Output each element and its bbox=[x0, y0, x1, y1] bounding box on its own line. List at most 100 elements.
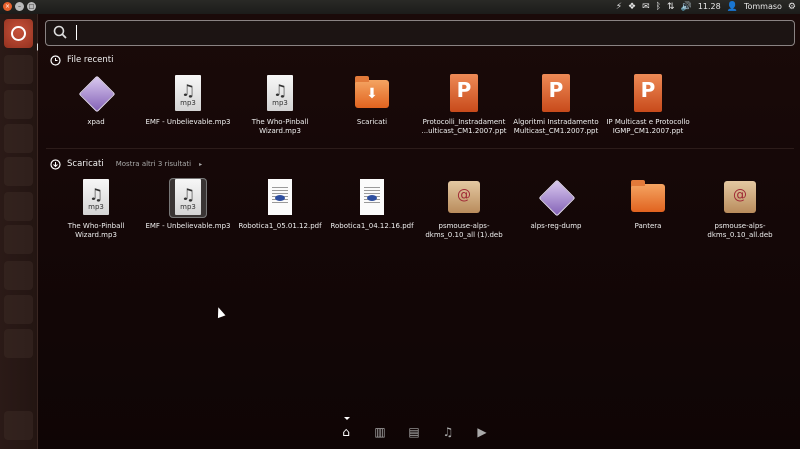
result-item[interactable]: ⬇ Scaricati bbox=[326, 74, 418, 127]
folder-icon bbox=[631, 180, 665, 212]
video-icon[interactable]: ▶ bbox=[474, 424, 490, 440]
pdf-file-icon bbox=[360, 179, 384, 215]
lens-bar: ⌂ ▥ ▤ ♫ ▶ bbox=[338, 417, 490, 440]
files-icon[interactable]: ▤ bbox=[406, 424, 422, 440]
maximize-icon[interactable]: □ bbox=[27, 2, 36, 11]
downloads-section-title: Scaricati bbox=[67, 159, 104, 169]
result-item[interactable]: P Protocolli_Instradament ...ulticast_CM1… bbox=[418, 74, 510, 136]
result-item[interactable]: Robotica1_05.01.12.pdf bbox=[234, 178, 326, 231]
clock[interactable]: 11.28 bbox=[698, 1, 721, 13]
result-label: alps-reg-dump bbox=[530, 222, 582, 230]
drive-launcher-icon[interactable] bbox=[4, 329, 33, 358]
dash-home-button[interactable] bbox=[4, 19, 33, 48]
result-icon bbox=[261, 178, 299, 218]
close-icon[interactable]: × bbox=[3, 2, 12, 11]
network-icon[interactable]: ⇅ bbox=[667, 1, 675, 13]
result-icon bbox=[537, 178, 576, 218]
mail-icon[interactable]: ✉ bbox=[642, 1, 650, 13]
result-item[interactable]: @ psmouse-alps-dkms_0.10_all (1).deb bbox=[418, 178, 510, 240]
result-label: xpad bbox=[87, 118, 105, 126]
top-panel: × – □ ⚡ ❖ ✉ ᛒ ⇅ 🔊 11.28 👤 Tommaso ⚙ bbox=[0, 0, 800, 14]
gear-icon[interactable]: ⚙ bbox=[788, 1, 796, 13]
settings-launcher-icon[interactable] bbox=[4, 225, 33, 254]
result-label: IP Multicast e Protocollo IGMP_CM1.2007.… bbox=[606, 118, 690, 135]
thunderbolt-icon[interactable]: ⚡ bbox=[616, 1, 622, 13]
files-launcher-icon[interactable] bbox=[4, 55, 33, 84]
audio-file-icon: ♫ mp3 bbox=[175, 75, 201, 111]
result-item[interactable]: P Algoritmi Instradamento Multicast_CM1.2… bbox=[510, 74, 602, 136]
result-icon: @ bbox=[721, 178, 759, 218]
home-icon[interactable]: ⌂ bbox=[338, 417, 354, 440]
result-item[interactable]: alps-reg-dump bbox=[510, 178, 602, 231]
search-input[interactable] bbox=[45, 20, 795, 46]
result-label: Protocolli_Instradament ...ulticast_CM1.… bbox=[421, 118, 507, 135]
show-more-link[interactable]: Mostra altri 3 risultati bbox=[116, 160, 191, 168]
dash: File recenti xpad ♫ mp3 EMF - Unbelievable.… bbox=[38, 14, 800, 449]
debian-package-icon: @ bbox=[724, 181, 756, 213]
launcher bbox=[0, 14, 41, 449]
presentation-file-icon: P bbox=[634, 74, 662, 112]
downloads-section-header: Scaricati Mostra altri 3 risultati ▸ bbox=[50, 157, 202, 171]
result-icon: P bbox=[629, 74, 667, 114]
download-icon bbox=[50, 158, 61, 170]
result-label: The Who-Pinball Wizard.mp3 bbox=[67, 222, 125, 239]
audio-file-icon: ♫ mp3 bbox=[175, 179, 201, 215]
app-launcher-icon[interactable] bbox=[4, 124, 33, 153]
downloads-folder-icon: ⬇ bbox=[355, 76, 389, 108]
result-icon: ♫ mp3 bbox=[169, 178, 207, 218]
result-item[interactable]: ♫ mp3 EMF - Unbelievable.mp3 bbox=[142, 178, 234, 231]
result-label: EMF - Unbelievable.mp3 bbox=[145, 222, 231, 230]
result-item[interactable]: ♫ mp3 The Who-Pinball Wizard.mp3 bbox=[50, 178, 142, 240]
vlc-launcher-icon[interactable] bbox=[4, 157, 33, 186]
browser-launcher-icon[interactable] bbox=[4, 90, 33, 119]
result-item[interactable]: Pantera bbox=[602, 178, 694, 231]
result-icon bbox=[353, 178, 391, 218]
result-label: Algoritmi Instradamento Multicast_CM1.20… bbox=[513, 118, 599, 135]
expand-arrow-icon[interactable]: ▸ bbox=[199, 161, 202, 168]
result-icon bbox=[629, 178, 667, 218]
result-label: EMF - Unbelievable.mp3 bbox=[145, 118, 231, 126]
app2-launcher-icon[interactable] bbox=[4, 192, 33, 221]
result-label: Scaricati bbox=[356, 118, 388, 126]
ubuntu-logo-icon bbox=[11, 26, 26, 41]
result-label: Robotica1_04.12.16.pdf bbox=[330, 222, 414, 230]
window-controls: × – □ bbox=[3, 2, 36, 11]
debian-package-icon: @ bbox=[448, 181, 480, 213]
result-label: Robotica1_05.01.12.pdf bbox=[238, 222, 322, 230]
section-divider bbox=[46, 148, 794, 149]
clock-icon bbox=[50, 54, 61, 66]
trash-launcher-icon[interactable] bbox=[4, 411, 33, 440]
audio-file-icon: ♫ mp3 bbox=[83, 179, 109, 215]
presentation-file-icon: P bbox=[450, 74, 478, 112]
result-label: psmouse-alps-dkms_0.10_all (1).deb bbox=[425, 222, 503, 239]
user-name[interactable]: Tommaso bbox=[744, 1, 782, 13]
user-icon: 👤 bbox=[726, 2, 738, 12]
result-item[interactable]: P IP Multicast e Protocollo IGMP_CM1.2007… bbox=[602, 74, 694, 136]
app-diamond-icon bbox=[78, 75, 116, 113]
presentation-file-icon: P bbox=[542, 74, 570, 112]
music-icon[interactable]: ♫ bbox=[440, 424, 456, 440]
indicator-area: ⚡ ❖ ✉ ᛒ ⇅ 🔊 11.28 👤 Tommaso ⚙ bbox=[616, 1, 796, 13]
result-item[interactable]: ♫ mp3 The Who-Pinball Wizard.mp3 bbox=[234, 74, 326, 136]
volume-icon[interactable]: 🔊 bbox=[681, 1, 692, 13]
minimize-icon[interactable]: – bbox=[15, 2, 24, 11]
bluetooth-icon[interactable]: ᛒ bbox=[656, 1, 661, 13]
result-label: The Who-Pinball Wizard.mp3 bbox=[251, 118, 309, 135]
result-label: Pantera bbox=[634, 222, 662, 230]
dropbox-icon[interactable]: ❖ bbox=[628, 1, 636, 13]
result-label: psmouse-alps-dkms_0.10_all.deb bbox=[707, 222, 773, 239]
result-item[interactable]: ♫ mp3 EMF - Unbelievable.mp3 bbox=[142, 74, 234, 127]
result-item[interactable]: xpad bbox=[50, 74, 142, 127]
result-icon bbox=[77, 74, 116, 114]
result-icon: ⬇ bbox=[353, 74, 391, 114]
result-icon: ♫ mp3 bbox=[77, 178, 115, 218]
result-item[interactable]: @ psmouse-alps-dkms_0.10_all.deb bbox=[694, 178, 786, 240]
result-icon: ♫ mp3 bbox=[169, 74, 207, 114]
screen-launcher-icon[interactable] bbox=[4, 295, 33, 324]
terminal-launcher-icon[interactable] bbox=[4, 261, 33, 290]
recent-section-title: File recenti bbox=[67, 55, 114, 65]
result-item[interactable]: Robotica1_04.12.16.pdf bbox=[326, 178, 418, 231]
applications-icon[interactable]: ▥ bbox=[372, 424, 388, 440]
result-icon: @ bbox=[445, 178, 483, 218]
result-icon: ♫ mp3 bbox=[261, 74, 299, 114]
